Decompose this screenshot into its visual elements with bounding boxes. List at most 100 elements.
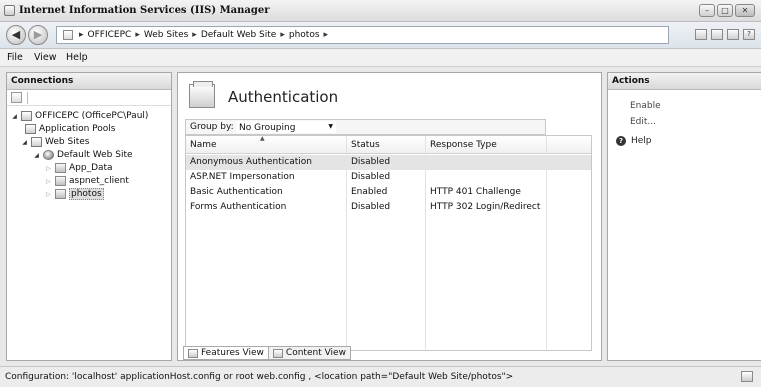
app-pools-icon <box>25 124 36 134</box>
globe-icon <box>43 150 54 160</box>
collapsed-arrow-icon[interactable]: ▷ <box>45 191 52 198</box>
menu-help[interactable]: Help <box>66 52 88 63</box>
close-button[interactable]: ✕ <box>735 4 755 17</box>
iis-app-icon <box>4 5 15 16</box>
page-icon <box>63 30 73 40</box>
expanded-arrow-icon[interactable]: ◢ <box>21 139 28 146</box>
tree-label: Application Pools <box>39 124 116 134</box>
action-edit[interactable]: Edit... <box>630 117 656 127</box>
action-enable[interactable]: Enable <box>630 101 661 111</box>
toolbar-right: ? <box>695 29 755 40</box>
tree-label: OFFICEPC (OfficePC\Paul) <box>35 111 149 121</box>
toolbar-divider <box>27 92 28 104</box>
new-connection-icon[interactable] <box>11 92 22 103</box>
tree-node-server[interactable]: ◢ OFFICEPC (OfficePC\Paul) <box>11 110 148 122</box>
expanded-arrow-icon[interactable]: ◢ <box>33 152 40 159</box>
minimize-button[interactable]: – <box>699 4 715 17</box>
column-header-response-type[interactable]: Response Type <box>430 140 497 150</box>
view-tabs: Features View Content View <box>183 346 351 360</box>
back-button[interactable]: ◀ <box>6 25 26 45</box>
cell-response: HTTP 401 Challenge <box>430 187 521 197</box>
status-text: Configuration: 'localhost' applicationHo… <box>5 372 514 382</box>
cell-status: Disabled <box>351 202 391 212</box>
features-table: ▲ Name Status Response Type Anonymous Au… <box>185 135 592 351</box>
help-icon[interactable]: ? <box>743 29 755 40</box>
menu-file[interactable]: File <box>7 52 23 63</box>
feature-panel: Authentication Group by: No Grouping ▼ ▲… <box>177 72 602 361</box>
tree-label: photos <box>69 188 104 200</box>
breadcrumb-item-officepc[interactable]: OFFICEPC <box>88 30 132 40</box>
status-bar: Configuration: 'localhost' applicationHo… <box>0 366 761 387</box>
server-icon <box>21 111 32 121</box>
network-status-icon <box>741 371 753 382</box>
breadcrumb-separator: ▸ <box>280 30 285 40</box>
chevron-down-icon: ▼ <box>328 123 333 130</box>
address-bar: ◀ ▶ ▸ OFFICEPC ▸ Web Sites ▸ Default Web… <box>0 22 761 49</box>
folder-icon <box>55 176 66 186</box>
menu-view[interactable]: View <box>34 52 57 63</box>
help-icon: ? <box>616 136 626 146</box>
breadcrumb-item-web-sites[interactable]: Web Sites <box>144 30 188 40</box>
tree-label: Default Web Site <box>57 150 133 160</box>
connections-pane: Connections ◢ OFFICEPC (OfficePC\Paul) A… <box>6 72 172 361</box>
home-icon[interactable] <box>727 29 739 40</box>
breadcrumb-separator: ▸ <box>135 30 140 40</box>
actions-header: Actions <box>608 73 761 90</box>
tree-label: Web Sites <box>45 137 90 147</box>
collapsed-arrow-icon[interactable]: ▷ <box>45 178 52 185</box>
tree-node-photos[interactable]: ▷ photos <box>45 188 104 200</box>
sort-indicator-icon: ▲ <box>260 135 265 142</box>
window-controls: – □ ✕ <box>699 4 755 17</box>
breadcrumb-separator: ▸ <box>323 30 329 40</box>
tab-features-view[interactable]: Features View <box>183 346 269 360</box>
sites-icon <box>31 137 42 147</box>
content-view-icon <box>272 348 283 358</box>
features-view-icon <box>188 348 198 358</box>
table-row[interactable]: Anonymous Authentication Disabled <box>186 155 591 170</box>
page-title: Authentication <box>228 88 339 106</box>
mail-icon[interactable] <box>711 29 723 40</box>
window-title: Internet Information Services (IIS) Mana… <box>19 5 270 16</box>
authentication-icon <box>189 81 215 108</box>
tree-label: App_Data <box>69 163 113 173</box>
connections-toolbar <box>7 90 171 106</box>
actions-pane: Actions Enable Edit... ? Help <box>607 72 761 361</box>
cell-name: Basic Authentication <box>190 187 283 197</box>
cell-name: Anonymous Authentication <box>190 157 312 167</box>
breadcrumb-separator: ▸ <box>79 30 84 40</box>
breadcrumb-box[interactable]: ▸ OFFICEPC ▸ Web Sites ▸ Default Web Sit… <box>56 26 669 44</box>
breadcrumb-item-default-web-site[interactable]: Default Web Site <box>201 30 277 40</box>
tab-label: Features View <box>201 348 264 358</box>
table-row[interactable]: ASP.NET Impersonation Disabled <box>186 170 591 185</box>
cell-status: Disabled <box>351 157 391 167</box>
tree-node-default-web-site[interactable]: ◢ Default Web Site <box>33 149 133 161</box>
folder-icon <box>55 163 66 173</box>
cell-status: Enabled <box>351 187 388 197</box>
connections-header: Connections <box>7 73 171 90</box>
breadcrumb-item-photos[interactable]: photos <box>289 30 320 40</box>
tab-content-view[interactable]: Content View <box>268 346 351 360</box>
table-header: ▲ Name Status Response Type <box>186 135 591 154</box>
maximize-button[interactable]: □ <box>717 4 733 17</box>
action-help[interactable]: ? Help <box>616 136 652 146</box>
connect-icon[interactable] <box>695 29 707 40</box>
expanded-arrow-icon[interactable]: ◢ <box>11 113 18 120</box>
collapsed-arrow-icon[interactable]: ▷ <box>45 165 52 172</box>
tree-node-application-pools[interactable]: Application Pools <box>25 123 115 135</box>
folder-icon <box>55 189 66 199</box>
cell-status: Disabled <box>351 172 391 182</box>
tree-node-app-data[interactable]: ▷ App_Data <box>45 162 113 174</box>
cell-name: ASP.NET Impersonation <box>190 172 295 182</box>
column-header-name[interactable]: Name <box>190 140 217 150</box>
tree-node-aspnet-client[interactable]: ▷ aspnet_client <box>45 175 129 187</box>
group-by-dropdown[interactable]: No Grouping ▼ <box>236 121 336 133</box>
table-row[interactable]: Forms Authentication Disabled HTTP 302 L… <box>186 200 591 215</box>
tree-node-web-sites[interactable]: ◢ Web Sites <box>21 136 89 148</box>
cell-response: HTTP 302 Login/Redirect <box>430 202 541 212</box>
table-row[interactable]: Basic Authentication Enabled HTTP 401 Ch… <box>186 185 591 200</box>
column-header-status[interactable]: Status <box>351 140 380 150</box>
menu-bar: File View Help <box>0 49 761 67</box>
title-bar: Internet Information Services (IIS) Mana… <box>0 0 761 22</box>
forward-button[interactable]: ▶ <box>28 25 48 45</box>
breadcrumb-separator: ▸ <box>192 30 197 40</box>
